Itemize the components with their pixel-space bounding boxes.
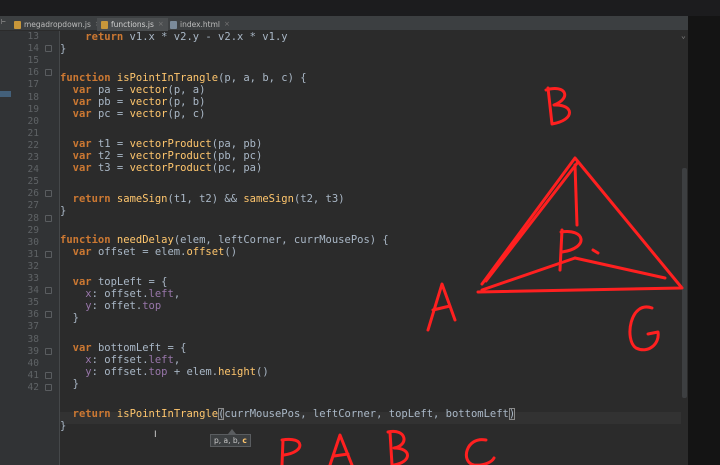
right-panel: [688, 31, 720, 465]
tab-label: functions.js: [111, 20, 154, 29]
scrollbar-thumb[interactable]: [682, 168, 687, 398]
tab-index-html[interactable]: index.html ×: [166, 18, 234, 31]
line-number: 35: [27, 297, 39, 309]
close-icon[interactable]: ×: [158, 19, 164, 30]
tab-label: megadropdown.js: [24, 20, 91, 29]
line-number: 41: [27, 369, 39, 381]
text-cursor-icon: I: [154, 430, 157, 440]
code-line-26[interactable]: }: [60, 205, 66, 217]
line-number: 40: [27, 357, 39, 369]
line-number: 32: [27, 260, 39, 272]
code-line-33[interactable]: y: offet.top: [60, 300, 161, 312]
code-line-39[interactable]: }: [60, 378, 79, 390]
code-line-42[interactable]: }: [60, 420, 66, 432]
code-line-19[interactable]: var pc = vector(p, c): [60, 108, 206, 120]
line-number: 34: [27, 285, 39, 297]
line-number: 15: [27, 55, 39, 67]
parameter-info-tooltip: p, a, b, c: [210, 434, 251, 447]
fold-marker-icon[interactable]: [45, 214, 52, 222]
code-line-14[interactable]: }: [60, 43, 66, 55]
code-line-16[interactable]: function isPointInTrangle(p, a, b, c) {: [60, 72, 307, 84]
line-number: 14: [27, 43, 39, 55]
line-number: 37: [27, 321, 39, 333]
js-file-icon: [14, 20, 21, 29]
line-number: 33: [27, 273, 39, 284]
fold-marker-icon[interactable]: [45, 383, 52, 391]
fold-marker-icon[interactable]: [45, 371, 52, 379]
html-file-icon: [170, 20, 177, 29]
code-line-41[interactable]: return isPointInTrangle(currMousePos, le…: [60, 408, 516, 420]
fold-marker-icon[interactable]: [45, 311, 52, 319]
matched-bracket-close: ): [508, 408, 516, 420]
fold-marker-icon[interactable]: [45, 347, 52, 355]
line-number: 17: [27, 79, 39, 91]
code-line-28[interactable]: function needDelay(elem, leftCorner, cur…: [60, 234, 389, 246]
tab-label: index.html: [180, 20, 220, 29]
chevron-down-icon[interactable]: ⌄: [681, 31, 686, 40]
code-line-34[interactable]: }: [60, 312, 79, 324]
line-number: 30: [27, 236, 39, 248]
line-number: 36: [27, 309, 39, 321]
right-panel-header: [688, 16, 720, 31]
line-number: 23: [27, 152, 39, 163]
line-number: 26: [27, 188, 39, 200]
line-number: 28: [27, 212, 39, 224]
tooltip-params: p, a, b,: [214, 436, 243, 445]
tool-window-marker[interactable]: [0, 91, 11, 97]
code-line-17[interactable]: var pa = vector(p, a): [60, 84, 206, 96]
line-number: 27: [27, 200, 39, 212]
code-line-18[interactable]: var pb = vector(p, b): [60, 96, 206, 108]
fold-marker-icon[interactable]: [45, 69, 52, 77]
tab-functions-js[interactable]: functions.js ×: [97, 18, 168, 31]
code-line-22[interactable]: var t2 = vectorProduct(pb, pc): [60, 150, 263, 162]
tool-window-strip: [0, 31, 11, 465]
fold-marker-icon[interactable]: [45, 45, 52, 53]
code-line-37[interactable]: x: offset.left,: [60, 354, 180, 366]
tab-bar-collapse-icon[interactable]: ⊢: [1, 17, 6, 26]
js-file-icon: [101, 20, 108, 29]
line-number: 25: [27, 176, 39, 188]
fold-marker-icon[interactable]: [45, 250, 52, 258]
line-number: 29: [27, 224, 39, 236]
line-number: 20: [27, 115, 39, 127]
line-number: 39: [27, 345, 39, 357]
tooltip-current-param: c: [242, 436, 247, 445]
editor-tab-bar: ⊢ megadropdown.js × functions.js × index…: [0, 16, 720, 31]
line-number: 24: [27, 164, 39, 176]
window-top-strip: [0, 0, 720, 16]
line-number: 22: [27, 139, 39, 151]
line-number: 16: [27, 67, 39, 79]
line-number: 31: [27, 248, 39, 260]
code-line-21[interactable]: var t1 = vectorProduct(pa, pb): [60, 138, 263, 150]
line-number: 13: [27, 31, 39, 42]
code-line-25[interactable]: return sameSign(t1, t2) && sameSign(t2, …: [60, 193, 345, 205]
line-number: 38: [27, 333, 39, 345]
line-number: 21: [27, 127, 39, 139]
code-line-36[interactable]: var bottomLeft = {: [60, 342, 187, 354]
line-number: 18: [27, 91, 39, 103]
code-line-13[interactable]: return v1.x * v2.y - v2.x * v1.y: [60, 31, 287, 43]
code-line-29[interactable]: var offset = elem.offset(): [60, 246, 237, 258]
fold-marker-icon[interactable]: [45, 190, 52, 198]
close-icon[interactable]: ×: [224, 19, 230, 30]
line-number: 19: [27, 103, 39, 115]
code-line-23[interactable]: var t3 = vectorProduct(pc, pa): [60, 162, 263, 174]
code-line-38[interactable]: y: offset.top + elem.height(): [60, 366, 268, 378]
line-number: 42: [27, 381, 39, 393]
fold-marker-icon[interactable]: [45, 287, 52, 295]
code-line-32[interactable]: x: offset.left,: [60, 288, 180, 300]
code-line-31[interactable]: var topLeft = {: [60, 276, 168, 288]
tab-megadropdown-js[interactable]: megadropdown.js ×: [10, 18, 105, 31]
